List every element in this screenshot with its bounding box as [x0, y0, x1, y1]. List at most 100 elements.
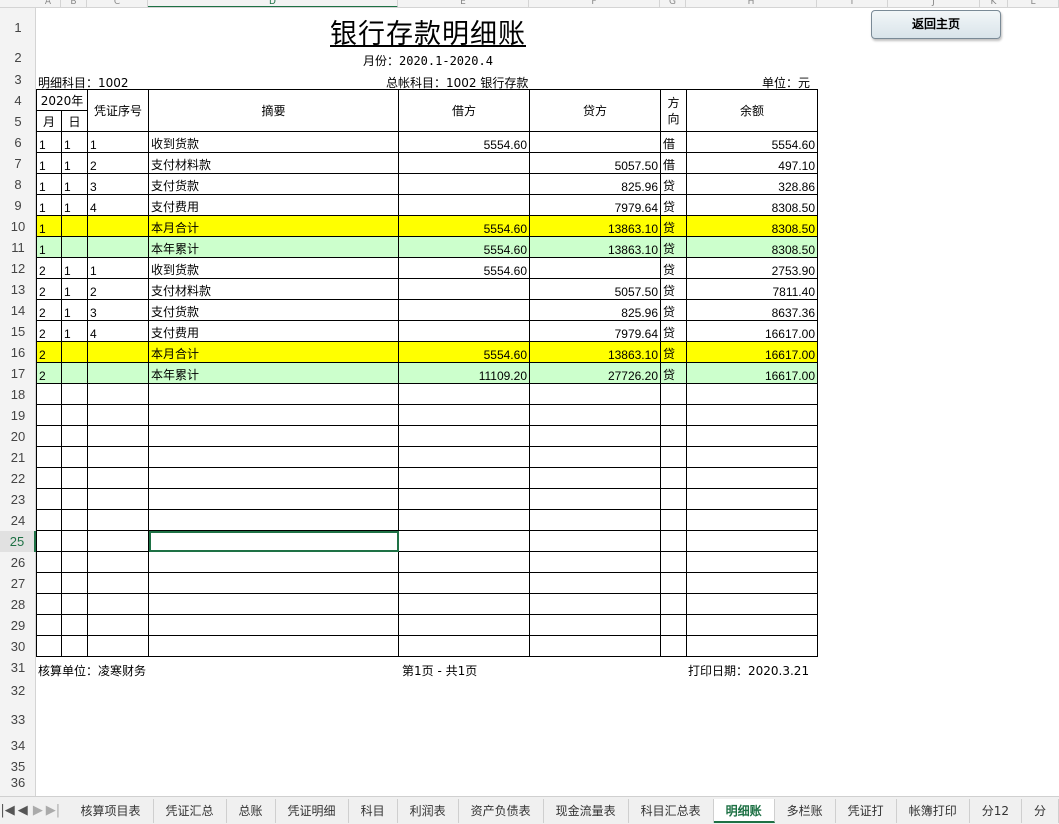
- empty-cell[interactable]: [87, 509, 149, 531]
- empty-cell[interactable]: [36, 425, 62, 447]
- sheet-tab[interactable]: 科目汇总表: [629, 798, 714, 823]
- column-header[interactable]: G: [660, 0, 686, 7]
- debit-cell[interactable]: 5554.60: [398, 131, 530, 153]
- month-cell[interactable]: 2: [36, 362, 62, 384]
- credit-cell[interactable]: 27726.20: [529, 362, 661, 384]
- row-header[interactable]: 22: [0, 468, 36, 489]
- sheet-tab[interactable]: 利润表: [398, 798, 459, 823]
- balance-cell[interactable]: 8308.50: [686, 215, 818, 237]
- empty-cell[interactable]: [87, 635, 149, 657]
- credit-cell[interactable]: [529, 131, 661, 153]
- direction-cell[interactable]: 借: [660, 131, 687, 153]
- empty-cell[interactable]: [36, 467, 62, 489]
- day-cell[interactable]: 1: [61, 257, 88, 279]
- empty-cell[interactable]: [529, 530, 661, 552]
- row-header[interactable]: 1: [0, 10, 36, 46]
- row-header[interactable]: 21: [0, 447, 36, 468]
- empty-cell[interactable]: [148, 467, 399, 489]
- summary-cell[interactable]: 支付材料款: [148, 278, 399, 300]
- empty-cell[interactable]: [87, 404, 149, 426]
- empty-cell[interactable]: [36, 614, 62, 636]
- empty-cell[interactable]: [148, 551, 399, 573]
- empty-cell[interactable]: [660, 572, 687, 594]
- row-header[interactable]: 24: [0, 510, 36, 531]
- day-cell[interactable]: [61, 362, 88, 384]
- direction-cell[interactable]: 贷: [660, 194, 687, 216]
- balance-header[interactable]: 余额: [686, 89, 818, 132]
- next-sheet-icon[interactable]: ▶: [30, 803, 45, 818]
- row-header[interactable]: 7: [0, 153, 36, 174]
- empty-cell[interactable]: [87, 488, 149, 510]
- empty-cell[interactable]: [87, 530, 149, 552]
- voucher-cell[interactable]: 2: [87, 152, 149, 174]
- credit-cell[interactable]: 825.96: [529, 299, 661, 321]
- row-header[interactable]: 9: [0, 195, 36, 216]
- direction-cell[interactable]: 贷: [660, 362, 687, 384]
- row-header[interactable]: 20: [0, 426, 36, 447]
- sheet-tab[interactable]: 明细账: [713, 798, 775, 823]
- empty-cell[interactable]: [61, 509, 88, 531]
- direction-header[interactable]: 方向: [660, 89, 687, 132]
- debit-cell[interactable]: [398, 194, 530, 216]
- empty-cell[interactable]: [660, 404, 687, 426]
- balance-cell[interactable]: 8637.36: [686, 299, 818, 321]
- empty-cell[interactable]: [660, 551, 687, 573]
- debit-cell[interactable]: 5554.60: [398, 215, 530, 237]
- debit-cell[interactable]: [398, 278, 530, 300]
- row-header[interactable]: 14: [0, 300, 36, 321]
- empty-cell[interactable]: [686, 614, 818, 636]
- empty-cell[interactable]: [87, 593, 149, 615]
- empty-cell[interactable]: [36, 530, 62, 552]
- empty-cell[interactable]: [398, 467, 530, 489]
- empty-cell[interactable]: [660, 425, 687, 447]
- sheet-tab[interactable]: 科目: [349, 798, 398, 823]
- balance-cell[interactable]: 16617.00: [686, 320, 818, 342]
- row-header[interactable]: 11: [0, 237, 36, 258]
- voucher-cell[interactable]: 3: [87, 299, 149, 321]
- sheet-tab[interactable]: 帐簿打印: [897, 798, 970, 823]
- row-header[interactable]: 36: [0, 776, 36, 789]
- balance-cell[interactable]: 16617.00: [686, 341, 818, 363]
- row-header[interactable]: 16: [0, 342, 36, 363]
- column-header[interactable]: L: [1008, 0, 1059, 7]
- empty-cell[interactable]: [61, 635, 88, 657]
- empty-cell[interactable]: [529, 467, 661, 489]
- sheet-tab[interactable]: 分: [1022, 798, 1059, 823]
- summary-cell[interactable]: 支付货款: [148, 173, 399, 195]
- direction-cell[interactable]: 贷: [660, 173, 687, 195]
- empty-cell[interactable]: [398, 635, 530, 657]
- empty-cell[interactable]: [148, 614, 399, 636]
- empty-cell[interactable]: [398, 446, 530, 468]
- empty-cell[interactable]: [529, 614, 661, 636]
- month-cell[interactable]: 1: [36, 194, 62, 216]
- row-header[interactable]: 13: [0, 279, 36, 300]
- balance-cell[interactable]: 16617.00: [686, 362, 818, 384]
- empty-cell[interactable]: [61, 383, 88, 405]
- month-cell[interactable]: 1: [36, 173, 62, 195]
- debit-cell[interactable]: 5554.60: [398, 341, 530, 363]
- credit-cell[interactable]: 13863.10: [529, 341, 661, 363]
- summary-cell[interactable]: 本年累计: [148, 362, 399, 384]
- row-header[interactable]: 35: [0, 756, 36, 777]
- voucher-cell[interactable]: 3: [87, 173, 149, 195]
- sheet-tab[interactable]: 资产负债表: [459, 798, 544, 823]
- empty-cell[interactable]: [87, 572, 149, 594]
- empty-cell[interactable]: [686, 404, 818, 426]
- empty-cell[interactable]: [36, 488, 62, 510]
- empty-cell[interactable]: [660, 509, 687, 531]
- empty-cell[interactable]: [36, 404, 62, 426]
- empty-cell[interactable]: [398, 488, 530, 510]
- balance-cell[interactable]: 328.86: [686, 173, 818, 195]
- empty-cell[interactable]: [36, 572, 62, 594]
- empty-cell[interactable]: [87, 614, 149, 636]
- return-home-button[interactable]: 返回主页: [871, 10, 1001, 39]
- empty-cell[interactable]: [686, 509, 818, 531]
- empty-cell[interactable]: [686, 635, 818, 657]
- row-header[interactable]: 8: [0, 174, 36, 195]
- empty-cell[interactable]: [529, 551, 661, 573]
- month-cell[interactable]: 2: [36, 278, 62, 300]
- empty-cell[interactable]: [686, 572, 818, 594]
- empty-cell[interactable]: [529, 383, 661, 405]
- summary-cell[interactable]: 支付材料款: [148, 152, 399, 174]
- row-header[interactable]: 3: [0, 70, 36, 90]
